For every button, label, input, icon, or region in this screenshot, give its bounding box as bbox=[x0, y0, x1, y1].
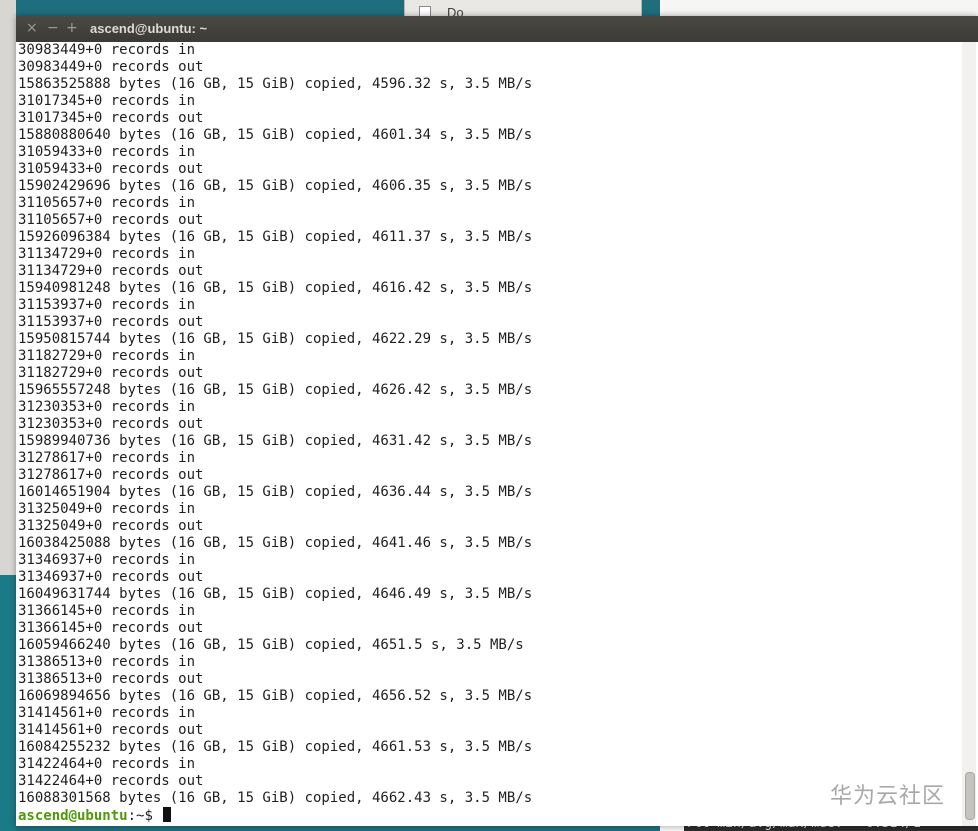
terminal-output-line: 15880880640 bytes (16 GB, 15 GiB) copied… bbox=[18, 127, 533, 143]
terminal-output-line: 30983449+0 records in bbox=[18, 42, 196, 58]
terminal-output-line: 31059433+0 records in bbox=[18, 144, 196, 160]
terminal-output-line: 31366145+0 records in bbox=[18, 603, 196, 619]
terminal-output-line: 31134729+0 records in bbox=[18, 246, 196, 262]
terminal-output-line: 16014651904 bytes (16 GB, 15 GiB) copied… bbox=[18, 484, 533, 500]
terminal-output-line: 31230353+0 records out bbox=[18, 416, 204, 432]
terminal-output-line: 31105657+0 records out bbox=[18, 212, 204, 228]
terminal-output-line: 16049631744 bytes (16 GB, 15 GiB) copied… bbox=[18, 586, 533, 602]
window-titlebar[interactable]: × − + ascend@ubuntu: ~ bbox=[16, 16, 978, 42]
minimize-window-button[interactable]: − bbox=[47, 20, 59, 36]
terminal-output-line: 15926096384 bytes (16 GB, 15 GiB) copied… bbox=[18, 229, 533, 245]
terminal-window[interactable]: × − + ascend@ubuntu: ~ 30983449+0 record… bbox=[16, 16, 978, 826]
terminal-output-line: 31325049+0 records in bbox=[18, 501, 196, 517]
terminal-output-line: 16088301568 bytes (16 GB, 15 GiB) copied… bbox=[18, 790, 533, 806]
watermark: 华为云社区 bbox=[830, 784, 946, 809]
terminal-cursor bbox=[163, 807, 172, 822]
prompt-user-host: ascend@ubuntu bbox=[18, 808, 128, 824]
close-window-button[interactable]: × bbox=[26, 20, 38, 36]
terminal-output-line: 15965557248 bytes (16 GB, 15 GiB) copied… bbox=[18, 382, 533, 398]
terminal-output-line: 15950815744 bytes (16 GB, 15 GiB) copied… bbox=[18, 331, 533, 347]
prompt-symbol: $ bbox=[144, 808, 162, 824]
terminal-output-line: 31278617+0 records out bbox=[18, 467, 204, 483]
shell-prompt[interactable]: ascend@ubuntu:~$ bbox=[18, 807, 532, 824]
terminal-output-line: 15863525888 bytes (16 GB, 15 GiB) copied… bbox=[18, 76, 533, 92]
terminal-output-line: 31386513+0 records in bbox=[18, 654, 196, 670]
terminal-output-line: 31017345+0 records out bbox=[18, 110, 204, 126]
desktop-background bbox=[0, 575, 16, 831]
terminal-output-line: 16038425088 bytes (16 GB, 15 GiB) copied… bbox=[18, 535, 533, 551]
terminal-output-line: 31105657+0 records in bbox=[18, 195, 196, 211]
terminal-output-line: 31414561+0 records out bbox=[18, 722, 204, 738]
terminal-output-line: 16084255232 bytes (16 GB, 15 GiB) copied… bbox=[18, 739, 533, 755]
maximize-window-button[interactable]: + bbox=[66, 20, 78, 36]
terminal-output-line: 16059466240 bytes (16 GB, 15 GiB) copied… bbox=[18, 637, 524, 653]
terminal-output-line: 31346937+0 records in bbox=[18, 552, 196, 568]
terminal-output-area[interactable]: 30983449+0 records in 30983449+0 records … bbox=[16, 42, 960, 826]
terminal-output-line: 31182729+0 records in bbox=[18, 348, 196, 364]
terminal-output: 30983449+0 records in 30983449+0 records … bbox=[18, 42, 532, 824]
terminal-output-line: 31414561+0 records in bbox=[18, 705, 196, 721]
terminal-output-line: 31017345+0 records in bbox=[18, 93, 196, 109]
terminal-output-line: 31386513+0 records out bbox=[18, 671, 204, 687]
terminal-output-line: 31059433+0 records out bbox=[18, 161, 204, 177]
terminal-scrollbar[interactable] bbox=[962, 42, 976, 826]
scrollbar-thumb[interactable] bbox=[965, 772, 975, 820]
terminal-output-line: 31346937+0 records out bbox=[18, 569, 204, 585]
terminal-output-line: 31134729+0 records out bbox=[18, 263, 204, 279]
terminal-output-line: 31153937+0 records out bbox=[18, 314, 204, 330]
window-title: ascend@ubuntu: ~ bbox=[90, 21, 208, 36]
terminal-output-line: 30983449+0 records out bbox=[18, 59, 204, 75]
terminal-output-line: 16069894656 bytes (16 GB, 15 GiB) copied… bbox=[18, 688, 533, 704]
terminal-output-line: 15940981248 bytes (16 GB, 15 GiB) copied… bbox=[18, 280, 533, 296]
terminal-output-line: 15902429696 bytes (16 GB, 15 GiB) copied… bbox=[18, 178, 533, 194]
terminal-output-line: 31182729+0 records out bbox=[18, 365, 204, 381]
terminal-output-line: 31325049+0 records out bbox=[18, 518, 204, 534]
terminal-output-line: 31422464+0 records out bbox=[18, 773, 204, 789]
terminal-output-line: 31153937+0 records in bbox=[18, 297, 196, 313]
terminal-output-line: 15989940736 bytes (16 GB, 15 GiB) copied… bbox=[18, 433, 533, 449]
terminal-output-line: 31278617+0 records in bbox=[18, 450, 196, 466]
prompt-colon: : bbox=[127, 808, 137, 824]
terminal-output-line: 31366145+0 records out bbox=[18, 620, 204, 636]
terminal-output-line: 31230353+0 records in bbox=[18, 399, 196, 415]
terminal-output-line: 31422464+0 records in bbox=[18, 756, 196, 772]
